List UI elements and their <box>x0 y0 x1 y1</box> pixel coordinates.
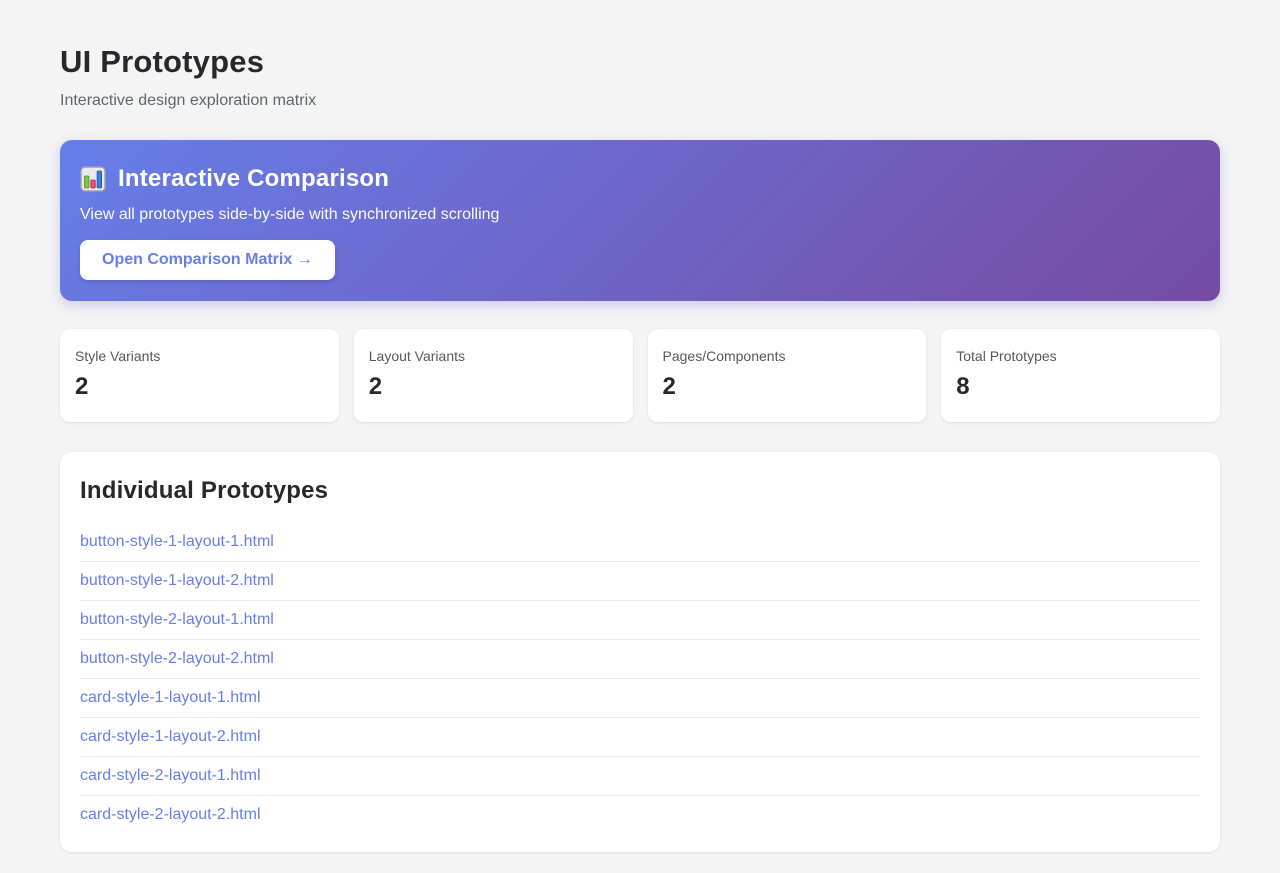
prototype-link[interactable]: button-style-1-layout-1.html <box>80 533 274 550</box>
prototype-link[interactable]: button-style-2-layout-2.html <box>80 650 274 667</box>
prototype-link[interactable]: button-style-2-layout-1.html <box>80 611 274 628</box>
stat-value: 2 <box>662 373 676 400</box>
list-item: card-style-2-layout-1.html <box>80 757 1200 796</box>
banner-title-row: Interactive Comparison <box>80 165 1200 193</box>
stat-card-total-prototypes: Total Prototypes 8 <box>941 329 1220 422</box>
bar-chart-icon <box>80 166 106 192</box>
comparison-banner: Interactive Comparison View all prototyp… <box>60 140 1220 301</box>
banner-description: View all prototypes side-by-side with sy… <box>80 206 500 223</box>
list-item: button-style-1-layout-1.html <box>80 523 1200 562</box>
stat-card-layout-variants: Layout Variants 2 <box>353 329 633 422</box>
prototype-link[interactable]: card-style-2-layout-1.html <box>80 767 261 784</box>
prototype-list: button-style-1-layout-1.html button-style… <box>80 523 1200 834</box>
stat-value: 2 <box>75 373 89 400</box>
stat-value: 8 <box>956 373 970 400</box>
prototype-link[interactable]: card-style-1-layout-1.html <box>80 689 261 706</box>
list-item: button-style-2-layout-2.html <box>80 640 1200 679</box>
stat-card-pages-components: Pages/Components 2 <box>647 329 927 422</box>
stat-label: Layout Variants <box>368 348 465 364</box>
prototype-link[interactable]: button-style-1-layout-2.html <box>80 572 274 589</box>
list-item: button-style-1-layout-2.html <box>80 562 1200 601</box>
list-item: card-style-2-layout-2.html <box>80 796 1200 834</box>
prototype-link[interactable]: card-style-1-layout-2.html <box>80 728 261 745</box>
page-subtitle: Interactive design exploration matrix <box>60 92 317 109</box>
banner-title: Interactive Comparison <box>118 165 390 192</box>
stats-row: Style Variants 2 Layout Variants 2 Pages… <box>60 329 1220 422</box>
stat-value: 2 <box>368 373 383 400</box>
individual-prototypes-card: Individual Prototypes button-style-1-lay… <box>60 452 1220 852</box>
stat-label: Style Variants <box>75 348 161 364</box>
prototype-link[interactable]: card-style-2-layout-2.html <box>80 806 261 823</box>
stat-card-style-variants: Style Variants 2 <box>60 329 339 422</box>
page-title: UI Prototypes <box>60 44 265 79</box>
open-comparison-matrix-button[interactable]: Open Comparison Matrix → <box>80 240 335 280</box>
page-container: UI Prototypes Interactive design explora… <box>60 0 1220 852</box>
stat-label: Pages/Components <box>662 348 786 364</box>
list-item: button-style-2-layout-1.html <box>80 601 1200 640</box>
list-item: card-style-1-layout-1.html <box>80 679 1200 718</box>
stat-label: Total Prototypes <box>956 348 1057 364</box>
list-item: card-style-1-layout-2.html <box>80 718 1200 757</box>
individual-prototypes-heading: Individual Prototypes <box>80 477 329 504</box>
